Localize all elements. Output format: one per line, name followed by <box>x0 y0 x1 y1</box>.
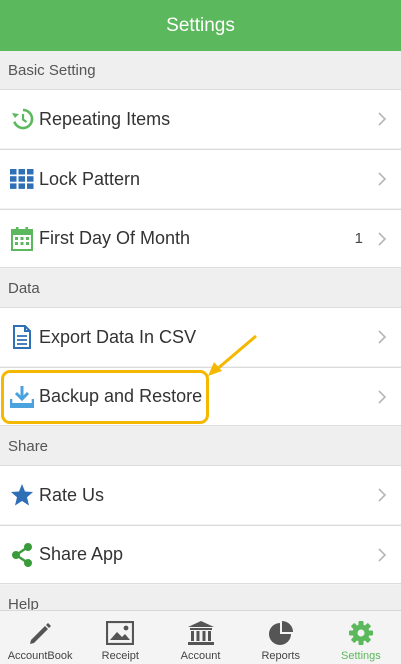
repeating-items-label: Repeating Items <box>39 108 171 129</box>
lock-pattern-row[interactable]: Lock Pattern <box>0 149 401 208</box>
app-header: Settings <box>0 0 401 51</box>
lock-pattern-label: Lock Pattern <box>39 168 141 189</box>
chevron-right-icon <box>378 231 387 246</box>
share-app-row[interactable]: Share App <box>0 525 401 584</box>
annotation-arrow-icon <box>208 334 257 376</box>
tab-receipt[interactable]: Receipt <box>80 611 160 664</box>
tab-account[interactable]: Account <box>160 611 240 664</box>
section-basic-setting: Basic Setting <box>0 51 401 89</box>
share-app-label: Share App <box>39 544 124 564</box>
tab-settings[interactable]: Settings <box>321 611 401 664</box>
tab-accountbook[interactable]: AccountBook <box>0 611 80 664</box>
section-data: Data <box>0 269 401 307</box>
page-title: Settings <box>166 14 235 36</box>
history-icon <box>9 106 35 132</box>
rate-us-row[interactable]: Rate Us <box>0 465 401 524</box>
star-icon <box>9 482 35 508</box>
repeating-items-row[interactable]: Repeating Items <box>0 89 401 148</box>
document-icon <box>9 324 35 350</box>
chevron-right-icon <box>378 488 387 502</box>
chevron-right-icon <box>378 112 387 126</box>
share-icon <box>9 542 35 568</box>
bank-icon <box>186 618 216 648</box>
chevron-right-icon <box>378 172 387 186</box>
gear-icon <box>346 618 376 648</box>
highlight-box <box>1 370 209 424</box>
first-day-of-month-row[interactable]: First Day Of Month 1 <box>0 209 401 268</box>
rate-us-label: Rate Us <box>39 484 105 505</box>
chevron-right-icon <box>378 389 387 404</box>
chevron-right-icon <box>378 330 387 344</box>
calendar-icon <box>9 226 35 252</box>
pie-chart-icon <box>266 618 296 648</box>
first-day-value: 1 <box>354 230 363 247</box>
first-day-of-month-label: First Day Of Month <box>39 228 191 248</box>
tab-reports[interactable]: Reports <box>241 611 321 664</box>
grid-icon <box>9 166 35 192</box>
pencil-icon <box>25 618 55 648</box>
section-share: Share <box>0 427 401 465</box>
bottom-tab-bar: AccountBook Receipt Account Reports Sett… <box>0 610 401 664</box>
chevron-right-icon <box>378 547 387 562</box>
image-icon <box>105 618 135 648</box>
